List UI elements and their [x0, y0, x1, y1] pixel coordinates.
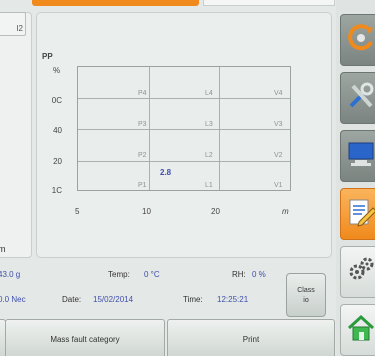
- x-tick: 10: [142, 207, 151, 216]
- top-tab[interactable]: [203, 0, 335, 6]
- secondary-value: 0.0 Nec: [0, 295, 26, 304]
- y-tick: 20: [53, 157, 62, 166]
- calibration-icon: [345, 22, 375, 59]
- cell-label: V2: [274, 152, 283, 159]
- x-tick: 5: [75, 207, 80, 216]
- status-row: 0.0 Nec Date: 15/02/2014 Time: 12:25:21: [0, 295, 290, 309]
- cell-label: P1: [138, 182, 147, 189]
- cell-label: V1: [274, 182, 283, 189]
- print-label: Print: [242, 334, 260, 344]
- grid-line: [78, 161, 290, 162]
- cell-label: V4: [274, 90, 283, 97]
- cell-label: P3: [138, 121, 147, 128]
- cell-label: P4: [138, 90, 147, 97]
- computer-button[interactable]: [340, 130, 375, 182]
- grid-line: [78, 98, 290, 99]
- x-unit: m: [282, 207, 289, 216]
- y-tick: 1C: [51, 186, 62, 195]
- status-row: 43.0 g Temp: 0 °C RH: 0 %: [0, 268, 290, 282]
- x-tick: 20: [211, 207, 220, 216]
- temp-value: 0 °C: [144, 270, 160, 279]
- grid-line: [149, 67, 150, 190]
- left-corner-text: I2: [16, 24, 23, 33]
- left-panel: [0, 12, 32, 258]
- home-icon: [345, 312, 375, 349]
- cell-label: L4: [205, 90, 213, 97]
- date-label: Date:: [62, 295, 82, 304]
- tools-icon: [345, 80, 375, 117]
- rh-label: RH:: [232, 270, 246, 279]
- cell-label: L3: [205, 121, 213, 128]
- chart-axis-title: PP: [42, 52, 53, 61]
- top-tab-active[interactable]: [32, 0, 199, 6]
- time-value: 12:25:21: [217, 295, 249, 304]
- settings-button[interactable]: [340, 246, 375, 298]
- y-tick: 0C: [51, 96, 62, 105]
- settings-gears-icon: [345, 254, 375, 291]
- plot-area: P4 L4 V4 P3 L3 V3 P2 L2 V2 P1 L1 V1 2.8: [77, 66, 291, 191]
- measured-value: 2.8: [160, 168, 172, 177]
- left-corner-box: I2: [0, 12, 26, 36]
- calibration-button[interactable]: [340, 14, 375, 66]
- class-button-label: Class: [297, 287, 315, 294]
- y-tick: 40: [53, 126, 62, 135]
- cell-label: L1: [205, 182, 213, 189]
- cell-label: P2: [138, 152, 147, 159]
- cell-label: V3: [274, 121, 283, 128]
- mass-fault-category-button[interactable]: Mass fault category: [5, 319, 165, 356]
- tools-button[interactable]: [340, 72, 375, 124]
- y-unit: %: [53, 66, 61, 75]
- left-unit-label: m: [0, 244, 6, 254]
- edit-document-icon: [345, 196, 375, 233]
- edit-document-button[interactable]: [340, 188, 375, 240]
- computer-icon: [345, 138, 375, 175]
- time-label: Time:: [183, 295, 203, 304]
- class-button[interactable]: Class io: [286, 273, 326, 317]
- temp-label: Temp:: [108, 270, 130, 279]
- cell-label: L2: [205, 152, 213, 159]
- grid-line: [78, 129, 290, 130]
- date-value: 15/02/2014: [93, 295, 134, 304]
- mass-fault-category-label: Mass fault category: [50, 334, 120, 344]
- mass-value: 43.0 g: [0, 270, 21, 279]
- grid-line: [219, 67, 220, 190]
- class-button-sublabel: io: [303, 297, 309, 304]
- print-button[interactable]: Print: [167, 319, 335, 356]
- home-button[interactable]: [340, 304, 375, 356]
- rh-value: 0 %: [252, 270, 266, 279]
